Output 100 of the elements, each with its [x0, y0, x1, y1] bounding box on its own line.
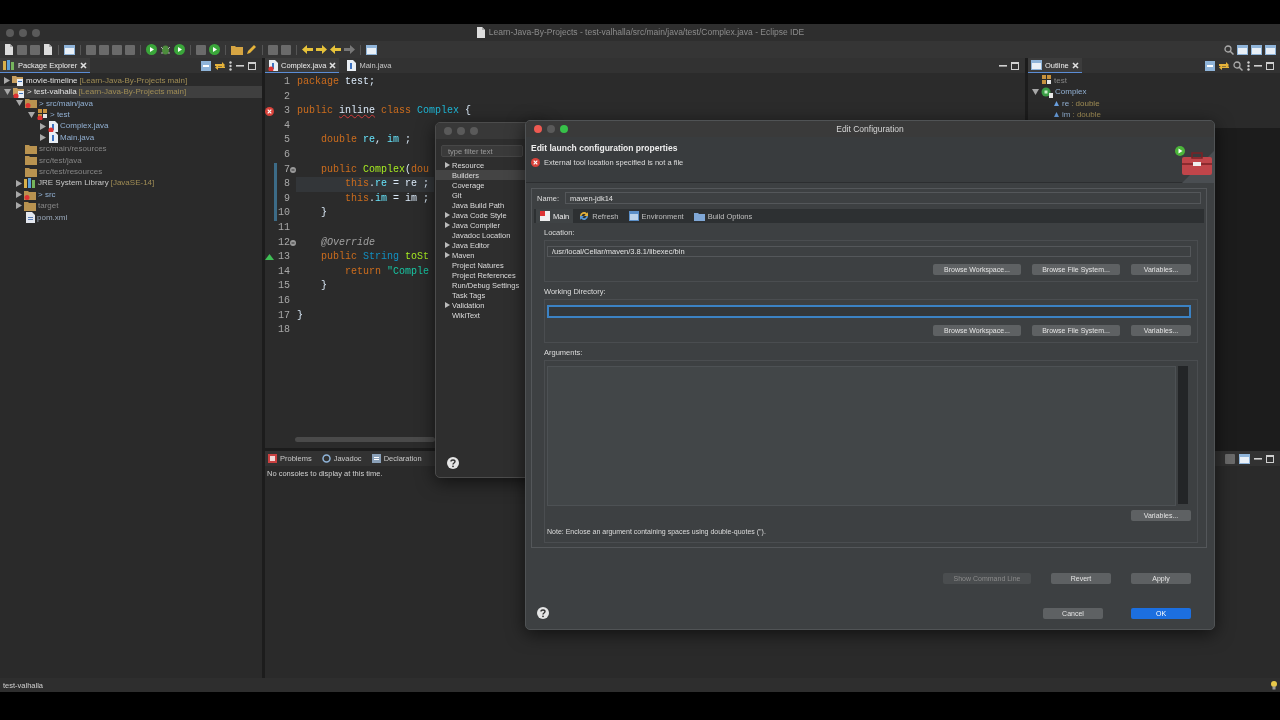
package-icon [1041, 75, 1052, 87]
triangle-icon[interactable] [16, 191, 22, 199]
window-icon[interactable] [1251, 44, 1262, 55]
line-number: 3 [283, 104, 290, 119]
line-number: 11 [277, 220, 290, 235]
square-icon[interactable] [1225, 453, 1235, 464]
tree-item[interactable]: JRE System Library [JavaSE-14] [0, 177, 262, 189]
refresh-icon [579, 211, 590, 221]
window-icon[interactable] [1237, 44, 1248, 55]
line-number: 16 [277, 293, 290, 308]
search-icon[interactable] [1224, 44, 1234, 55]
tree-item[interactable]: > src/main/java [0, 97, 262, 110]
tree-item[interactable]: > src [0, 188, 262, 201]
code-line: return "Comple [344, 264, 430, 279]
triangle-icon[interactable] [4, 77, 10, 85]
close-icon[interactable] [80, 61, 88, 69]
line-number: 18 [277, 323, 290, 338]
line-number: 1 [283, 75, 290, 89]
document-icon [475, 27, 486, 38]
maximize-icon[interactable] [1011, 61, 1019, 70]
triangle-icon[interactable] [40, 134, 46, 142]
play-icon[interactable] [146, 44, 157, 55]
sync-icon[interactable] [1219, 60, 1229, 71]
javadoc-icon [321, 454, 331, 463]
window-icon [628, 211, 639, 221]
tree-item[interactable]: Complex [1028, 86, 1280, 98]
scrollbar[interactable] [1178, 366, 1188, 504]
triangle-icon[interactable] [445, 162, 450, 168]
problems-icon [268, 454, 277, 463]
triangle-icon[interactable] [40, 122, 46, 130]
close-icon[interactable] [1071, 61, 1079, 69]
line-number: 9 [283, 191, 290, 206]
document-icon[interactable] [43, 44, 53, 55]
tree-item[interactable]: test [1028, 75, 1280, 87]
directory-field[interactable] [547, 305, 1191, 318]
dialog-heading: Edit launch configuration properties [531, 143, 679, 154]
sync-icon[interactable] [215, 60, 225, 71]
triangle-icon[interactable] [16, 202, 22, 210]
tree-item[interactable]: src/test/resources [0, 166, 262, 178]
arrow-left-icon[interactable] [330, 45, 341, 54]
folder-icon[interactable] [231, 44, 243, 55]
line-number: 10 [277, 206, 290, 221]
search-icon[interactable] [1233, 60, 1243, 71]
code-line: @Override [320, 235, 375, 250]
menu-icon[interactable] [1247, 60, 1250, 71]
code-line: } [296, 308, 303, 323]
triangle-icon[interactable] [28, 111, 35, 118]
scrollbar[interactable] [295, 437, 435, 442]
document-icon [540, 211, 550, 221]
tree-item[interactable]: Complex.java [0, 120, 262, 132]
error-icon [531, 158, 540, 168]
fold-icon[interactable] [290, 166, 296, 173]
fold-icon[interactable] [290, 239, 296, 246]
play-icon[interactable] [174, 44, 185, 55]
library-icon [3, 59, 15, 71]
tree-item[interactable]: src/test/java [0, 154, 262, 167]
line-number: 2 [283, 89, 290, 104]
window-icon[interactable] [1239, 453, 1250, 464]
document-icon[interactable] [4, 44, 14, 55]
close-icon[interactable] [329, 61, 337, 69]
tree-item[interactable]: pom.xml [0, 211, 262, 224]
window-icon[interactable] [64, 44, 75, 55]
window-icon [1031, 60, 1042, 70]
arrow-left-icon[interactable] [302, 45, 313, 54]
menu-icon[interactable] [229, 60, 232, 71]
bug-icon[interactable] [160, 44, 171, 55]
help-icon[interactable] [537, 607, 549, 619]
window-icon[interactable] [1265, 44, 1276, 55]
tree-item[interactable]: movie-timeline [Learn-Java-By-Projects main] [0, 75, 262, 87]
tree-item[interactable]: Main.java [0, 131, 262, 144]
collapse-icon[interactable] [1205, 60, 1215, 71]
collapse-icon[interactable] [201, 60, 211, 71]
tree-item[interactable]: re : double [1028, 97, 1280, 110]
triangle-icon[interactable] [16, 179, 22, 187]
maximize-icon[interactable] [1266, 61, 1274, 70]
play-icon[interactable] [209, 44, 220, 55]
code-line: } [320, 279, 327, 294]
arrow-right-icon[interactable] [316, 45, 327, 54]
code-line: this.im = im ; [344, 191, 430, 206]
tree-item[interactable]: > test [0, 109, 262, 121]
line-number: 17 [277, 308, 290, 323]
line-number: 14 [277, 264, 290, 279]
tree-item[interactable]: src/main/resources [0, 143, 262, 155]
maximize-icon[interactable] [248, 61, 256, 70]
maximize-icon[interactable] [1266, 454, 1274, 463]
window-title: Learn-Java-By-Projects - test-valhalla/src/main/java/test/Complex.java - Eclipse IDE [488, 27, 805, 38]
lightbulb-icon[interactable] [1271, 680, 1277, 690]
tree-item[interactable]: > test-valhalla [Learn-Java-By-Projects main] [0, 86, 262, 98]
triangle-icon[interactable] [1032, 89, 1039, 96]
triangle-icon[interactable] [4, 89, 11, 96]
line-number: 5 [283, 133, 290, 148]
window-icon[interactable] [366, 44, 377, 55]
code-line: public inline class Complex { [296, 104, 472, 119]
help-icon[interactable] [447, 457, 459, 469]
pencil-icon[interactable] [246, 44, 257, 55]
tree-item[interactable]: im : double [1028, 109, 1280, 121]
line-number: 4 [283, 118, 290, 133]
tree-item[interactable]: target [0, 200, 262, 212]
triangle-icon[interactable] [16, 100, 23, 107]
triangle-icon[interactable] [445, 302, 450, 308]
